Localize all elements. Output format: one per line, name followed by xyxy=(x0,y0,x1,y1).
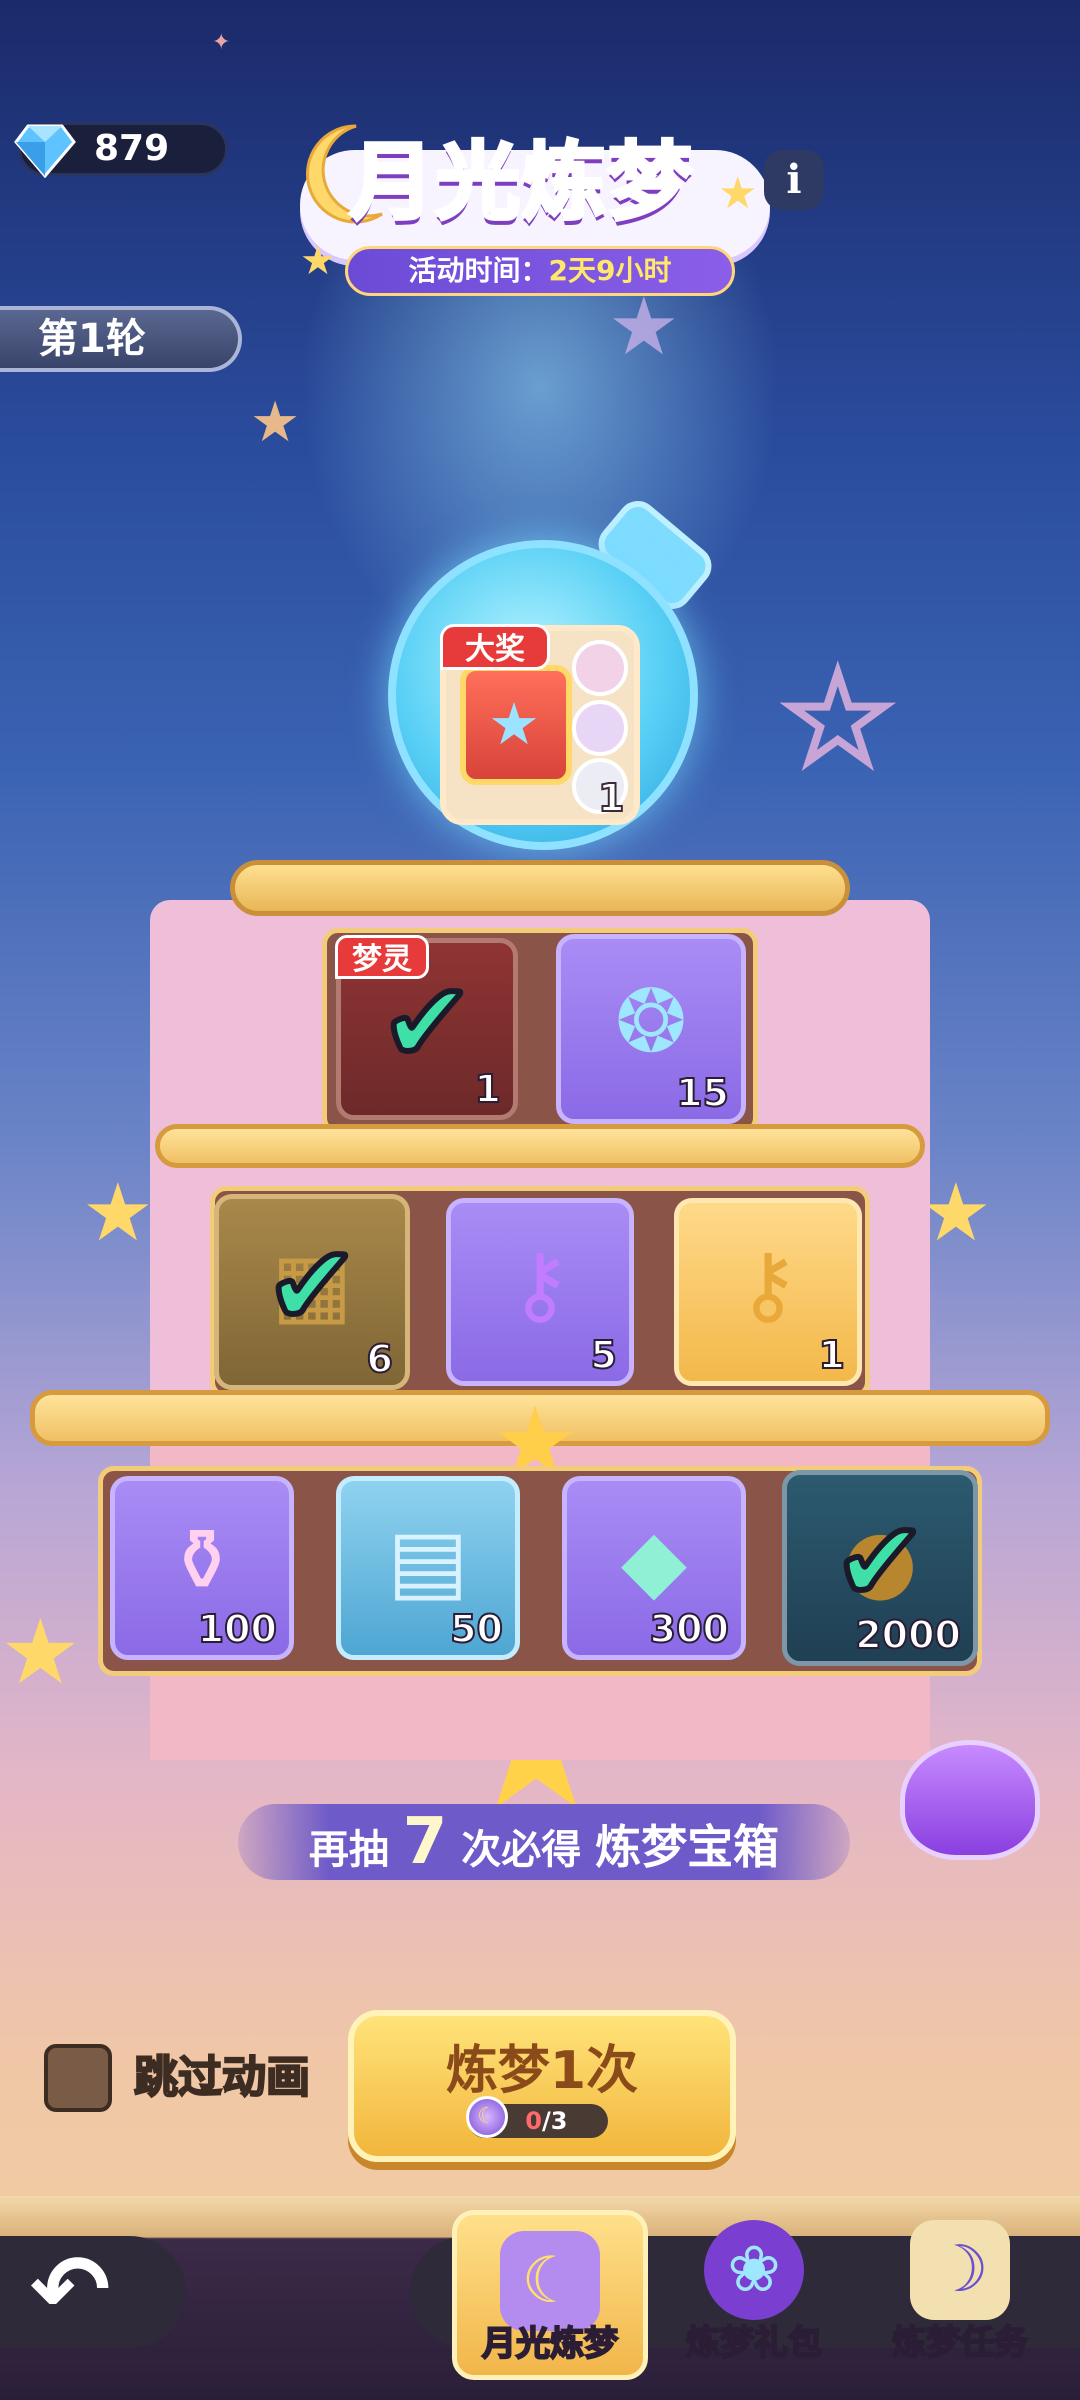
round-tab: 第1轮 xyxy=(0,306,242,372)
prize-card-crate[interactable]: ▦ ✔ 6 xyxy=(214,1194,410,1390)
tab-label: 炼梦礼包 xyxy=(685,2322,823,2364)
chest-star-icon: ★ xyxy=(488,690,540,758)
prize-card-gold-coin[interactable]: ● ✔ 2000 xyxy=(782,1470,978,1666)
skip-animation-checkbox[interactable] xyxy=(44,2044,112,2112)
prize-card-rainbow-bottle[interactable]: ⚱ 100 xyxy=(110,1476,294,1660)
title-star-icon: ★ xyxy=(718,168,758,219)
hanging-star-icon: ★ xyxy=(250,390,301,455)
prize-quantity: 15 xyxy=(675,1070,730,1116)
pity-reward: 炼梦宝箱 xyxy=(595,1820,780,1874)
prize-card-purple-key[interactable]: ⚷ 5 xyxy=(446,1198,634,1386)
prize-quantity: 1 xyxy=(818,1332,846,1378)
scroll-icon: ☽ xyxy=(910,2220,1010,2320)
prize-quantity: 1 xyxy=(474,1066,502,1112)
info-icon: i xyxy=(786,156,802,203)
draw-cost-total: /3 xyxy=(541,2107,568,2135)
purple-key-icon: ⚷ xyxy=(508,1234,572,1335)
gem-icon xyxy=(14,124,76,178)
pity-count: 7 xyxy=(402,1805,448,1879)
title-star-icon: ★ xyxy=(300,238,336,284)
prize-card-spirit-pot[interactable]: ❂ 15 xyxy=(556,934,746,1124)
check-icon: ✔ xyxy=(263,1221,361,1350)
prize-card-blueprint[interactable]: ▤ 50 xyxy=(336,1476,520,1660)
page-title: 月光炼梦 xyxy=(348,131,695,233)
spirit-pot-icon: ❂ xyxy=(614,971,688,1072)
gift-potion-icon: ❀ xyxy=(704,2220,804,2320)
outline-star-icon: ★ xyxy=(780,646,896,793)
draw-once-label: 炼梦1次 xyxy=(445,2041,639,2101)
pity-banner: 再抽 7 次必得 炼梦宝箱 xyxy=(238,1804,850,1880)
event-time: 活动时间：2天9小时 xyxy=(345,246,735,296)
prize-card-gold-key[interactable]: ⚷ 1 xyxy=(674,1198,862,1386)
check-icon: ✔ xyxy=(831,1497,929,1626)
blueprint-icon: ▤ xyxy=(387,1511,469,1612)
rainbow-bottle-icon: ⚱ xyxy=(165,1511,239,1612)
pity-prefix: 再抽 xyxy=(308,1827,389,1873)
prize-quantity: 5 xyxy=(590,1332,618,1378)
potion-decoration xyxy=(900,1740,1040,1860)
tab-label: 月光炼梦 xyxy=(481,2323,619,2365)
dream-spirit-badge: 梦灵 xyxy=(335,935,429,979)
tab-dream-pack[interactable]: ❀ 炼梦礼包 xyxy=(656,2204,852,2374)
moon-potion-icon: ☾ xyxy=(466,2096,508,2138)
shelf-roof xyxy=(230,860,850,916)
prize-quantity: 6 xyxy=(366,1336,394,1382)
prize-card-dream-spirit[interactable]: ✔ 梦灵 1 xyxy=(335,935,518,1120)
prize-card-crystal[interactable]: ◆ 300 xyxy=(562,1476,746,1660)
info-button[interactable]: i xyxy=(764,150,824,210)
gold-key-icon: ⚷ xyxy=(736,1234,800,1335)
star-icon: ★ xyxy=(920,1166,992,1259)
event-time-value: 2天9小时 xyxy=(548,254,672,287)
sparkle-icon: ✦ xyxy=(212,30,231,55)
gem-count: 879 xyxy=(94,128,170,169)
tab-dream-tasks[interactable]: ☽ 炼梦任务 xyxy=(862,2204,1058,2374)
back-arrow-icon: ↶ xyxy=(30,2234,111,2346)
prize-quantity: 50 xyxy=(449,1606,504,1652)
grand-prize-quantity: 1 xyxy=(597,775,625,821)
grand-prize-badge: 大奖 xyxy=(440,624,550,670)
prize-quantity: 300 xyxy=(649,1606,730,1652)
tab-label: 炼梦任务 xyxy=(891,2322,1029,2364)
prize-quantity: 100 xyxy=(197,1606,278,1652)
pity-middle: 次必得 xyxy=(461,1827,582,1873)
avatar xyxy=(572,700,628,756)
star-icon: ★ xyxy=(82,1166,154,1259)
skip-animation-label: 跳过动画 xyxy=(133,2051,311,2104)
star-icon: ★ xyxy=(0,1600,81,1705)
draw-cost-current: 0 xyxy=(525,2107,542,2135)
event-time-label: 活动时间： xyxy=(408,254,549,287)
check-icon: ✔ xyxy=(378,958,476,1087)
avatar xyxy=(572,640,628,696)
shelf-bar xyxy=(155,1124,925,1168)
prize-quantity: 2000 xyxy=(854,1612,962,1658)
round-label: 第1轮 xyxy=(38,316,146,362)
crystal-icon: ◆ xyxy=(620,1511,688,1612)
tab-moonlight-dream[interactable]: ☾ 月光炼梦 xyxy=(452,2210,648,2380)
